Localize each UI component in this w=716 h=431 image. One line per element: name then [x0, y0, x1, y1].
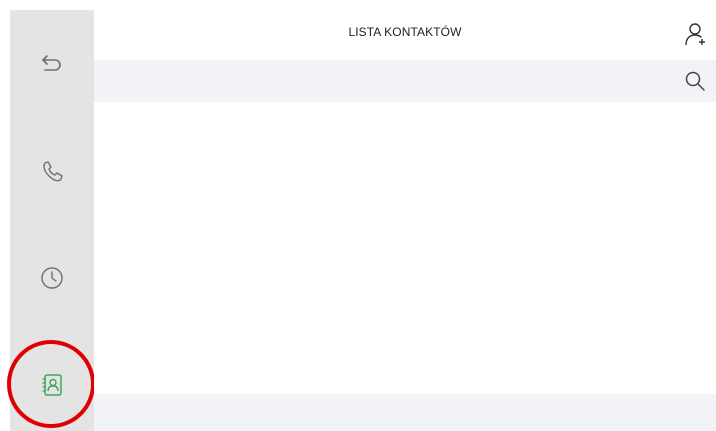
history-button[interactable] [10, 248, 94, 308]
search-button[interactable] [682, 68, 708, 94]
contacts-book-icon [42, 374, 62, 396]
contacts-button[interactable] [10, 355, 94, 415]
search-input[interactable] [104, 66, 664, 96]
search-icon [685, 71, 705, 91]
add-user-icon [685, 23, 705, 46]
contact-list [94, 102, 716, 394]
phone-icon [43, 161, 63, 182]
header: LISTA KONTAKTÓW [94, 10, 716, 58]
footer-bar [94, 394, 716, 431]
sidebar [10, 10, 94, 431]
back-arrow-icon [42, 55, 61, 71]
contact-list-screen: LISTA KONTAKTÓW [0, 0, 716, 431]
back-button[interactable] [10, 35, 94, 95]
clock-icon [41, 267, 63, 289]
page-title: LISTA KONTAKTÓW [348, 25, 462, 39]
search-bar [94, 60, 716, 102]
add-contact-button[interactable] [682, 20, 710, 48]
calls-button[interactable] [10, 142, 94, 202]
